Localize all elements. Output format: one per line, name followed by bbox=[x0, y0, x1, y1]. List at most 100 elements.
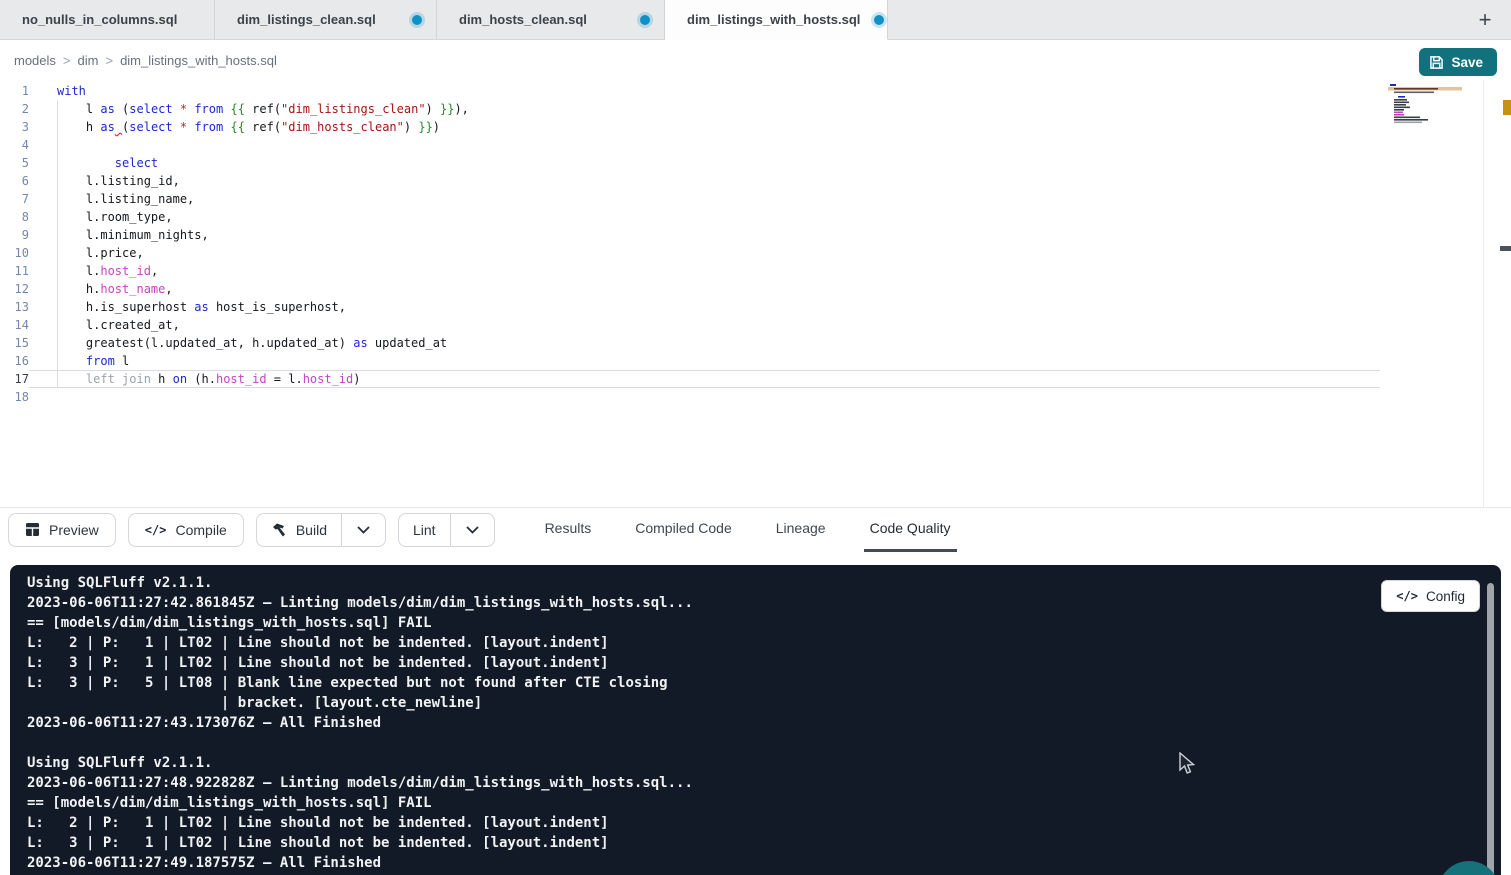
minimap[interactable] bbox=[1388, 84, 1462, 124]
tab-label: dim_listings_with_hosts.sql bbox=[687, 12, 860, 27]
lint-button[interactable]: Lint bbox=[399, 514, 450, 546]
overview-warning-marker bbox=[1503, 100, 1511, 115]
compile-button[interactable]: </> Compile bbox=[128, 513, 244, 547]
line-number: 18 bbox=[0, 388, 29, 406]
code-line[interactable]: 5 select bbox=[0, 154, 1380, 172]
code-line[interactable]: 16 from l bbox=[0, 352, 1380, 370]
lint-label: Lint bbox=[413, 522, 436, 538]
line-number: 6 bbox=[0, 172, 29, 190]
terminal-line: | bracket. [layout.cte_newline] bbox=[27, 693, 1501, 713]
tab-dim-hosts-clean[interactable]: dim_hosts_clean.sql bbox=[437, 0, 665, 39]
terminal-line: == [models/dim/dim_listings_with_hosts.s… bbox=[27, 613, 1501, 633]
code-line[interactable]: 18 bbox=[0, 388, 1380, 406]
modified-dot-icon bbox=[640, 15, 650, 25]
line-number: 2 bbox=[0, 100, 29, 118]
code-editor[interactable]: 1with2 l as (select * from {{ ref("dim_l… bbox=[0, 80, 1511, 507]
chevron-down-icon bbox=[466, 526, 479, 534]
build-button[interactable]: Build bbox=[257, 514, 341, 546]
build-label: Build bbox=[296, 522, 327, 538]
chevron-down-icon bbox=[357, 526, 370, 534]
code-icon: </> bbox=[145, 523, 167, 537]
terminal-line: 2023-06-06T11:27:48.922828Z — Linting mo… bbox=[27, 773, 1501, 793]
terminal-line: L: 3 | P: 1 | LT02 | Line should not be … bbox=[27, 653, 1501, 673]
tab-dim-listings-clean[interactable]: dim_listings_clean.sql bbox=[215, 0, 437, 39]
preview-button[interactable]: Preview bbox=[8, 513, 116, 547]
code-line[interactable]: 13 h.is_superhost as host_is_superhost, bbox=[0, 298, 1380, 316]
code-line[interactable]: 17 left join h on (h.host_id = l.host_id… bbox=[0, 370, 1380, 388]
build-split-button: Build bbox=[256, 513, 386, 547]
dbt-cloud-ide: no_nulls_in_columns.sql dim_listings_cle… bbox=[0, 0, 1511, 875]
terminal-line: 2023-06-06T11:27:49.187575Z — All Finish… bbox=[27, 853, 1501, 873]
build-dropdown-button[interactable] bbox=[341, 514, 385, 546]
line-number: 5 bbox=[0, 154, 29, 172]
file-tab-bar: no_nulls_in_columns.sql dim_listings_cle… bbox=[0, 0, 1511, 40]
line-number: 3 bbox=[0, 118, 29, 136]
config-button[interactable]: </> Config bbox=[1381, 580, 1480, 612]
code-line[interactable]: 11 l.host_id, bbox=[0, 262, 1380, 280]
tab-results[interactable]: Results bbox=[539, 508, 598, 552]
line-number: 9 bbox=[0, 226, 29, 244]
terminal-line: L: 2 | P: 1 | LT02 | Line should not be … bbox=[27, 813, 1501, 833]
compile-label: Compile bbox=[175, 522, 226, 538]
terminal-line bbox=[27, 733, 1501, 753]
save-button[interactable]: Save bbox=[1419, 48, 1497, 76]
terminal-line: 2023-06-06T11:27:42.861845Z — Linting mo… bbox=[27, 593, 1501, 613]
code-line[interactable]: 1with bbox=[0, 82, 1380, 100]
hammer-icon bbox=[271, 522, 287, 538]
modified-dot-icon bbox=[412, 15, 422, 25]
breadcrumb-dim[interactable]: dim bbox=[78, 53, 99, 68]
code-line[interactable]: 9 l.minimum_nights, bbox=[0, 226, 1380, 244]
terminal-output: Using SQLFluff v2.1.1.2023-06-06T11:27:4… bbox=[10, 565, 1501, 873]
chevron-right-icon: > bbox=[63, 53, 71, 68]
code-line[interactable]: 14 l.created_at, bbox=[0, 316, 1380, 334]
chevron-right-icon: > bbox=[105, 53, 113, 68]
terminal-scrollbar[interactable] bbox=[1487, 583, 1494, 875]
breadcrumb-file: dim_listings_with_hosts.sql bbox=[120, 53, 277, 68]
code-line[interactable]: 12 h.host_name, bbox=[0, 280, 1380, 298]
code-line[interactable]: 10 l.price, bbox=[0, 244, 1380, 262]
code-line[interactable]: 8 l.room_type, bbox=[0, 208, 1380, 226]
tab-label: dim_hosts_clean.sql bbox=[459, 12, 587, 27]
terminal-line: 2023-06-06T11:27:43.173076Z — All Finish… bbox=[27, 713, 1501, 733]
lint-split-button: Lint bbox=[398, 513, 495, 547]
line-number: 14 bbox=[0, 316, 29, 334]
line-number: 16 bbox=[0, 352, 29, 370]
new-tab-button[interactable]: + bbox=[1465, 0, 1505, 40]
tab-dim-listings-with-hosts[interactable]: dim_listings_with_hosts.sql bbox=[665, 0, 888, 40]
terminal-line: Using SQLFluff v2.1.1. bbox=[27, 573, 1501, 593]
code-line[interactable]: 2 l as (select * from {{ ref("dim_listin… bbox=[0, 100, 1380, 118]
line-number: 7 bbox=[0, 190, 29, 208]
code-line[interactable]: 6 l.listing_id, bbox=[0, 172, 1380, 190]
code-line[interactable]: 7 l.listing_name, bbox=[0, 190, 1380, 208]
save-label: Save bbox=[1451, 55, 1483, 70]
line-number: 15 bbox=[0, 334, 29, 352]
terminal-line: L: 3 | P: 1 | LT02 | Line should not be … bbox=[27, 833, 1501, 853]
config-label: Config bbox=[1426, 589, 1465, 604]
overview-scroll-marker[interactable] bbox=[1500, 246, 1511, 251]
editor-toolbar: Preview </> Compile Build Lint bbox=[0, 507, 1511, 551]
code-line[interactable]: 3 h as (select * from {{ ref("dim_hosts_… bbox=[0, 118, 1380, 136]
breadcrumb-models[interactable]: models bbox=[14, 53, 56, 68]
line-number: 12 bbox=[0, 280, 29, 298]
tab-lineage[interactable]: Lineage bbox=[770, 508, 832, 552]
lint-dropdown-button[interactable] bbox=[450, 514, 494, 546]
line-number: 10 bbox=[0, 244, 29, 262]
indent-guide bbox=[57, 100, 58, 388]
line-number: 13 bbox=[0, 298, 29, 316]
line-number: 8 bbox=[0, 208, 29, 226]
tab-no-nulls-in-columns[interactable]: no_nulls_in_columns.sql bbox=[0, 0, 215, 39]
preview-label: Preview bbox=[49, 522, 99, 538]
tab-label: no_nulls_in_columns.sql bbox=[22, 12, 177, 27]
terminal-line: L: 2 | P: 1 | LT02 | Line should not be … bbox=[27, 633, 1501, 653]
editor-ruler-line bbox=[1483, 80, 1484, 507]
lint-terminal-panel: Using SQLFluff v2.1.1.2023-06-06T11:27:4… bbox=[10, 565, 1501, 875]
tab-compiled-code[interactable]: Compiled Code bbox=[629, 508, 738, 552]
code-line[interactable]: 4 bbox=[0, 136, 1380, 154]
tab-label: dim_listings_clean.sql bbox=[237, 12, 376, 27]
terminal-line: Using SQLFluff v2.1.1. bbox=[27, 753, 1501, 773]
floppy-disk-icon bbox=[1430, 56, 1443, 69]
tab-code-quality[interactable]: Code Quality bbox=[864, 508, 957, 552]
line-number: 17 bbox=[0, 370, 29, 388]
breadcrumb-bar: models > dim > dim_listings_with_hosts.s… bbox=[0, 40, 1511, 80]
code-line[interactable]: 15 greatest(l.updated_at, h.updated_at) … bbox=[0, 334, 1380, 352]
